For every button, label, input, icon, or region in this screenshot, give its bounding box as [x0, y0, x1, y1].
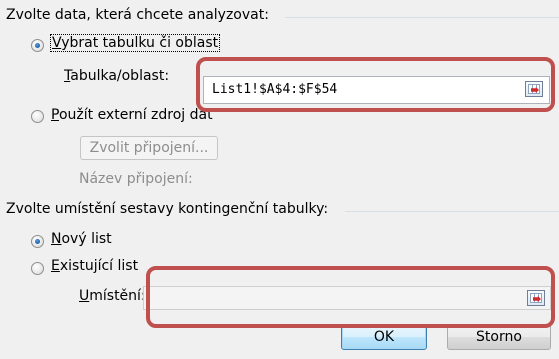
- select-table-radio-label[interactable]: Vybrat tabulku či oblast: [49, 34, 221, 52]
- existing-sheet-radio-label[interactable]: Existující list: [51, 258, 138, 274]
- location-label: Umístění:: [79, 288, 146, 304]
- destination-section-heading: Zvolte umístění sestavy kontingenční tab…: [6, 201, 335, 217]
- new-sheet-radio-label[interactable]: Nový list: [51, 231, 112, 247]
- table-range-label: Tabulka/oblast:: [64, 68, 170, 84]
- external-source-radio[interactable]: [31, 110, 44, 123]
- select-table-radio[interactable]: [31, 39, 44, 52]
- connection-name-label: Název připojení:: [79, 171, 193, 187]
- existing-sheet-radio[interactable]: [31, 262, 44, 275]
- location-highlight: [146, 266, 555, 328]
- radio-selected-dot: [35, 239, 40, 244]
- destination-section-divider: [345, 211, 559, 212]
- choose-connection-button[interactable]: Zvolit připojení...: [80, 136, 218, 160]
- table-range-highlight: [196, 57, 555, 112]
- external-source-radio-label[interactable]: Použít externí zdroj dat: [51, 107, 213, 123]
- new-sheet-radio[interactable]: [31, 235, 44, 248]
- radio-selected-dot: [35, 43, 40, 48]
- source-section-heading: Zvolte data, která chcete analyzovat:: [6, 7, 275, 23]
- source-section-divider: [285, 17, 559, 18]
